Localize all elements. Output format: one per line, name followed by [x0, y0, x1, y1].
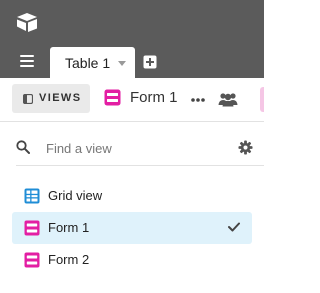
view-search: [16, 139, 258, 159]
airtable-logo-icon[interactable]: [16, 12, 38, 32]
current-view-label: Form 1: [130, 89, 178, 106]
plus-square-icon[interactable]: [143, 55, 157, 69]
partial-button-edge[interactable]: [260, 87, 264, 112]
sidebar-toggle-icon: [23, 94, 33, 104]
form-view-icon: [24, 220, 40, 236]
views-button-label: VIEWS: [39, 92, 82, 104]
views-toggle-button[interactable]: VIEWS: [12, 84, 90, 113]
hamburger-menu-icon[interactable]: [20, 53, 37, 67]
tab-table-1[interactable]: Table 1: [50, 47, 135, 78]
ellipsis-icon[interactable]: [190, 97, 206, 103]
checkmark-icon: [228, 222, 240, 232]
view-item-form-1[interactable]: Form 1: [12, 212, 252, 244]
grid-view-icon: [24, 188, 40, 204]
caret-down-icon[interactable]: [118, 61, 126, 66]
view-item-grid-view[interactable]: Grid view: [12, 180, 252, 212]
search-icon: [16, 140, 30, 154]
view-toolbar: VIEWS Form 1: [0, 78, 264, 122]
form-view-icon: [104, 89, 121, 106]
view-item-label: Form 1: [48, 220, 90, 235]
view-item-form-2[interactable]: Form 2: [12, 244, 252, 276]
divider: [16, 165, 264, 166]
app-header: Table 1: [0, 0, 264, 78]
form-view-icon: [24, 252, 40, 268]
view-item-label: Grid view: [48, 188, 103, 203]
view-item-label: Form 2: [48, 252, 90, 267]
tab-label: Table 1: [65, 55, 111, 71]
search-input[interactable]: [46, 139, 226, 157]
people-icon[interactable]: [218, 91, 238, 107]
view-list: Grid view Form 1 Form 2: [12, 180, 252, 276]
gear-icon[interactable]: [238, 140, 253, 155]
